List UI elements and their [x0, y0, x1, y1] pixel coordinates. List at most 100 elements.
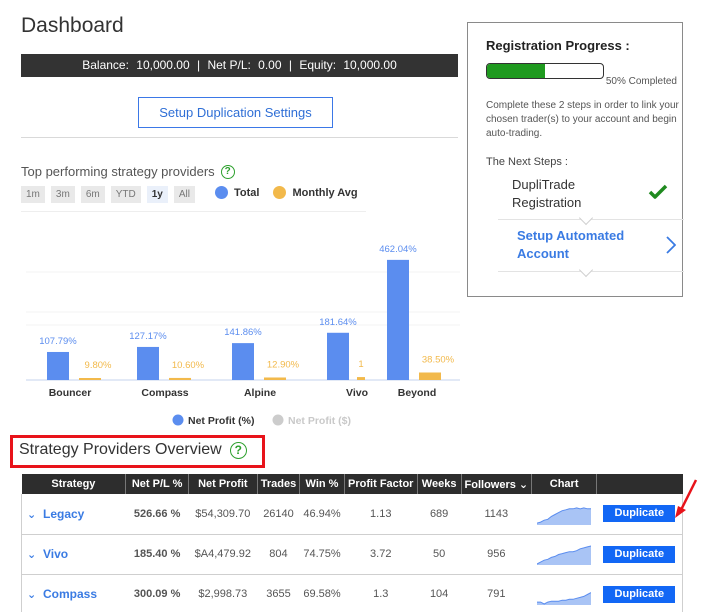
- bar-total[interactable]: [232, 343, 254, 380]
- x-tick-label: Alpine: [244, 387, 276, 399]
- range-tab-1m[interactable]: 1m: [21, 186, 45, 203]
- bar-monthly-avg[interactable]: [169, 377, 191, 380]
- column-header-profit-factor[interactable]: Profit Factor: [343, 474, 418, 494]
- step-line: DupliTrade: [512, 177, 576, 192]
- win-cell: 69.58%: [299, 574, 345, 612]
- registration-progress-bar: [486, 63, 604, 79]
- bar-total[interactable]: [137, 346, 159, 380]
- duplicate-button[interactable]: Duplicate: [603, 545, 676, 563]
- trades-cell: 3655: [257, 574, 300, 612]
- bar-monthly-avg[interactable]: [264, 377, 286, 380]
- column-header-followers[interactable]: Followers ⌄: [460, 474, 532, 494]
- bar-total[interactable]: [327, 332, 349, 380]
- help-icon[interactable]: ?: [229, 441, 247, 459]
- total-dot-icon: [215, 186, 228, 199]
- separator: |: [197, 58, 201, 72]
- metric-toggle-total[interactable]: Total: [215, 186, 259, 199]
- net-profit-cell: $2,998.73: [188, 574, 258, 612]
- net-pl-cell: 300.09 %: [125, 574, 189, 612]
- range-tab-all[interactable]: All: [173, 186, 195, 203]
- help-icon[interactable]: ?: [220, 164, 235, 179]
- next-steps-label: The Next Steps :: [486, 156, 568, 168]
- net-pl-cell: 526.66 %: [125, 494, 189, 535]
- range-tab-6m[interactable]: 6m: [80, 186, 105, 203]
- weeks-cell: 689: [417, 494, 462, 535]
- range-tab-1y[interactable]: 1y: [146, 186, 168, 203]
- data-label-total: 462.04%: [379, 244, 417, 255]
- data-label-monthly-avg: 1: [358, 359, 363, 370]
- setup-duplication-settings-button[interactable]: Setup Duplication Settings: [138, 97, 333, 128]
- divider: [21, 137, 458, 138]
- weeks-cell: 104: [417, 574, 462, 612]
- step-line: Registration: [512, 195, 582, 210]
- step-notch: [578, 262, 594, 278]
- step-line: Setup Automated: [517, 228, 625, 243]
- column-header-net-pl[interactable]: Net P/L %: [125, 474, 189, 494]
- column-header-win[interactable]: Win %: [299, 474, 345, 494]
- separator: |: [288, 58, 292, 72]
- x-tick-label: Compass: [141, 387, 188, 399]
- weeks-cell: 50: [417, 534, 462, 575]
- data-label-monthly-avg: 9.80%: [85, 360, 112, 371]
- strategy-name-link[interactable]: Compass: [43, 587, 97, 601]
- range-tab-3m[interactable]: 3m: [50, 186, 75, 203]
- x-tick-label: Vivo: [346, 387, 368, 399]
- metric-label: Total: [234, 186, 260, 199]
- bar-total[interactable]: [47, 351, 69, 380]
- strategy-name-link[interactable]: Vivo: [43, 547, 68, 561]
- strategy-providers-table: Strategy Net P/L % Net Profit Trades Win…: [20, 474, 683, 612]
- step-duplitrade-registration: DupliTrade Registration: [512, 176, 581, 212]
- equity-label: Equity:: [299, 58, 337, 72]
- overview-title: Strategy Providers Overview: [19, 441, 222, 458]
- data-label-total: 181.64%: [319, 317, 357, 328]
- expand-chevron-icon[interactable]: ⌄: [27, 548, 43, 561]
- net-profit-cell: $54,309.70: [188, 494, 258, 535]
- bar-monthly-avg[interactable]: [79, 378, 101, 380]
- column-header-strategy[interactable]: Strategy: [21, 474, 126, 494]
- data-label-monthly-avg: 12.90%: [267, 359, 300, 370]
- legend-swatch-icon[interactable]: [272, 414, 284, 426]
- top-providers-title: Top performing strategy providers: [21, 164, 215, 179]
- netpl-value: 0.00: [258, 58, 282, 72]
- action-cell: Duplicate: [596, 494, 683, 535]
- column-header-trades[interactable]: Trades: [256, 474, 300, 494]
- column-header-net-profit[interactable]: Net Profit: [187, 474, 258, 494]
- column-header-chart: Chart: [531, 474, 597, 494]
- bar-monthly-avg[interactable]: [357, 377, 365, 380]
- strategy-name-link[interactable]: Legacy: [43, 507, 84, 521]
- legend-label[interactable]: Net Profit ($): [288, 415, 351, 427]
- table-row: ⌄ Compass 300.09 % $2,998.73 3655 69.58% 1.3 10…: [20, 574, 683, 612]
- progress-label: 50% Completed: [605, 76, 677, 87]
- chevron-right-icon[interactable]: [666, 236, 676, 254]
- column-header-weeks[interactable]: Weeks: [416, 474, 462, 494]
- step-notch: [578, 210, 594, 226]
- metric-toggle-monthly-avg[interactable]: Monthly Avg: [273, 186, 358, 199]
- equity-value: 10,000.00: [343, 58, 397, 72]
- strategy-cell: ⌄ Compass: [20, 574, 126, 612]
- legend-swatch-icon[interactable]: [172, 414, 184, 426]
- expand-chevron-icon[interactable]: ⌄: [27, 588, 43, 601]
- data-label-total: 107.79%: [39, 336, 77, 347]
- bar-total[interactable]: [387, 259, 409, 380]
- progress-fill: [487, 64, 545, 78]
- registration-progress-card: Registration Progress : 50% Completed Co…: [467, 22, 684, 297]
- strategy-cell: ⌄ Vivo: [20, 534, 126, 575]
- net-pl-cell: 185.40 %: [125, 534, 189, 575]
- bar-monthly-avg[interactable]: [419, 372, 441, 380]
- followers-cell: 791: [461, 574, 532, 612]
- expand-chevron-icon[interactable]: ⌄: [27, 508, 43, 521]
- column-header-action: [596, 474, 683, 494]
- step-setup-automated-account[interactable]: Setup Automated Account: [517, 227, 624, 263]
- sparkline-chart: [537, 545, 592, 565]
- legend-label[interactable]: Net Profit (%): [188, 415, 255, 427]
- duplicate-button[interactable]: Duplicate: [603, 585, 676, 603]
- x-tick-label: Bouncer: [49, 387, 92, 399]
- metric-legend: Total Monthly Avg: [215, 186, 358, 199]
- range-tab-ytd[interactable]: YTD: [110, 186, 141, 203]
- table-header-row: Strategy Net P/L % Net Profit Trades Win…: [21, 474, 683, 494]
- top-providers-bar-chart: 107.79% 9.80% Bouncer 127.17% 10.60% Compass 1…: [26, 244, 460, 427]
- sparkline-area: [537, 546, 592, 565]
- duplicate-button[interactable]: Duplicate: [603, 505, 676, 523]
- chart-cell: [531, 494, 597, 535]
- monthly-avg-dot-icon: [273, 186, 287, 199]
